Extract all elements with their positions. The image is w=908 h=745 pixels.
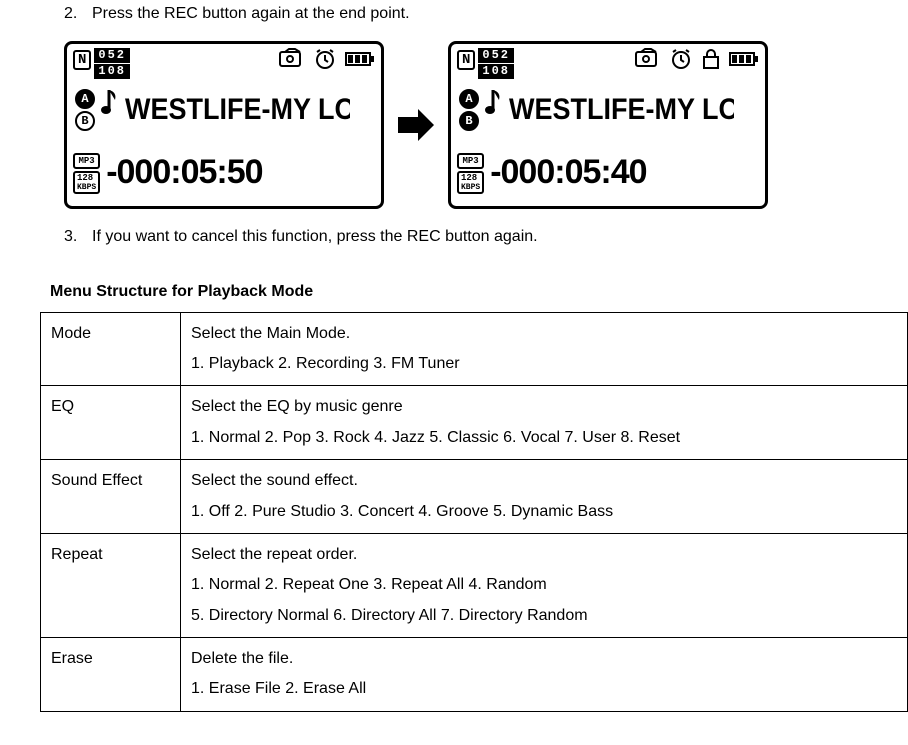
menu-desc-line: Select the repeat order. bbox=[191, 540, 897, 570]
lcd-top-left: N 052 108 bbox=[73, 48, 130, 79]
music-note-icon bbox=[101, 88, 121, 132]
lock-icon bbox=[701, 48, 721, 70]
menu-desc-line: 1. Normal 2. Pop 3. Rock 4. Jazz 5. Clas… bbox=[191, 423, 897, 453]
track-current: 052 bbox=[478, 48, 514, 63]
format-badge: MP3 bbox=[73, 153, 100, 169]
menu-desc-cell: Select the sound effect.1. Off 2. Pure S… bbox=[181, 460, 908, 534]
menu-desc-line: 1. Playback 2. Recording 3. FM Tuner bbox=[191, 349, 897, 379]
time-remaining: -000:05:40 bbox=[490, 144, 646, 202]
menu-desc-cell: Select the repeat order.1. Normal 2. Rep… bbox=[181, 533, 908, 637]
arrow-right-icon bbox=[396, 107, 436, 143]
b-badge: B bbox=[75, 111, 95, 131]
music-note-icon bbox=[485, 88, 505, 132]
lcd-top-row: N 052 108 bbox=[457, 48, 759, 79]
bitrate-value: 128 bbox=[77, 173, 96, 183]
step-2: 2. Press the REC button again at the end… bbox=[64, 0, 888, 27]
menu-desc-line: Select the EQ by music genre bbox=[191, 392, 897, 422]
menu-label-cell: EQ bbox=[41, 386, 181, 460]
lcd-screen-right: N 052 108 bbox=[448, 41, 768, 209]
menu-desc-cell: Delete the file.1. Erase File 2. Erase A… bbox=[181, 638, 908, 712]
menu-label-cell: Erase bbox=[41, 638, 181, 712]
lcd-top-row: N 052 108 bbox=[73, 48, 375, 79]
track-total: 108 bbox=[94, 64, 130, 79]
lcd-screen-left: N 052 108 A B bbox=[64, 41, 384, 209]
lcd-top-icons bbox=[635, 48, 759, 70]
lcd-middle-row: A B WESTLIFE-MY LO bbox=[73, 84, 375, 135]
lcd-top-icons bbox=[279, 48, 375, 70]
menu-desc-line: 1. Off 2. Pure Studio 3. Concert 4. Groo… bbox=[191, 497, 897, 527]
bitrate-value: 128 bbox=[461, 173, 480, 183]
section-title: Menu Structure for Playback Mode bbox=[50, 278, 888, 305]
table-row: EraseDelete the file.1. Erase File 2. Er… bbox=[41, 638, 908, 712]
track-number-group: 052 108 bbox=[478, 48, 514, 79]
step-3-number: 3. bbox=[64, 223, 92, 250]
ab-indicator: A B bbox=[75, 89, 95, 131]
table-row: ModeSelect the Main Mode.1. Playback 2. … bbox=[41, 312, 908, 386]
table-row: EQSelect the EQ by music genre1. Normal … bbox=[41, 386, 908, 460]
format-badges: MP3 128 KBPS bbox=[73, 153, 100, 194]
menu-desc-line: Select the sound effect. bbox=[191, 466, 897, 496]
a-badge: A bbox=[459, 89, 479, 109]
menu-desc-line: 1. Normal 2. Repeat One 3. Repeat All 4.… bbox=[191, 570, 897, 600]
song-title: WESTLIFE-MY LO bbox=[509, 84, 734, 135]
track-number-group: 052 108 bbox=[94, 48, 130, 79]
format-badge: MP3 bbox=[457, 153, 484, 169]
battery-icon bbox=[729, 50, 759, 68]
ab-indicator: A B bbox=[459, 89, 479, 131]
menu-structure-table: ModeSelect the Main Mode.1. Playback 2. … bbox=[40, 312, 908, 712]
lcd-top-left: N 052 108 bbox=[457, 48, 514, 79]
mode-badge: N bbox=[457, 50, 475, 70]
card-icon bbox=[279, 48, 305, 70]
b-badge: B bbox=[459, 111, 479, 131]
mode-badge: N bbox=[73, 50, 91, 70]
battery-icon bbox=[345, 50, 375, 68]
step-2-text: Press the REC button again at the end po… bbox=[92, 0, 410, 27]
lcd-bottom-row: MP3 128 KBPS -000:05:40 bbox=[457, 144, 759, 202]
menu-desc-cell: Select the EQ by music genre1. Normal 2.… bbox=[181, 386, 908, 460]
menu-desc-line: 5. Directory Normal 6. Directory All 7. … bbox=[191, 601, 897, 631]
menu-label-cell: Mode bbox=[41, 312, 181, 386]
bitrate-unit: KBPS bbox=[461, 183, 480, 192]
step-3-text: If you want to cancel this function, pre… bbox=[92, 223, 538, 250]
menu-desc-line: Delete the file. bbox=[191, 644, 897, 674]
lcd-bottom-row: MP3 128 KBPS -000:05:50 bbox=[73, 144, 375, 202]
a-badge: A bbox=[75, 89, 95, 109]
card-icon bbox=[635, 48, 661, 70]
step-2-number: 2. bbox=[64, 0, 92, 27]
menu-label-cell: Sound Effect bbox=[41, 460, 181, 534]
menu-desc-line: 1. Erase File 2. Erase All bbox=[191, 674, 897, 704]
table-row: Sound EffectSelect the sound effect.1. O… bbox=[41, 460, 908, 534]
format-badges: MP3 128 KBPS bbox=[457, 153, 484, 194]
lcd-middle-row: A B WESTLIFE-MY LO bbox=[457, 84, 759, 135]
lcd-illustration-row: N 052 108 A B bbox=[64, 41, 888, 209]
track-total: 108 bbox=[478, 64, 514, 79]
alarm-icon bbox=[669, 48, 693, 70]
menu-desc-cell: Select the Main Mode.1. Playback 2. Reco… bbox=[181, 312, 908, 386]
table-row: RepeatSelect the repeat order.1. Normal … bbox=[41, 533, 908, 637]
time-remaining: -000:05:50 bbox=[106, 144, 262, 202]
menu-label-cell: Repeat bbox=[41, 533, 181, 637]
alarm-icon bbox=[313, 48, 337, 70]
bitrate-unit: KBPS bbox=[77, 183, 96, 192]
track-current: 052 bbox=[94, 48, 130, 63]
step-3: 3. If you want to cancel this function, … bbox=[64, 223, 888, 250]
song-title: WESTLIFE-MY LO bbox=[125, 84, 350, 135]
menu-desc-line: Select the Main Mode. bbox=[191, 319, 897, 349]
